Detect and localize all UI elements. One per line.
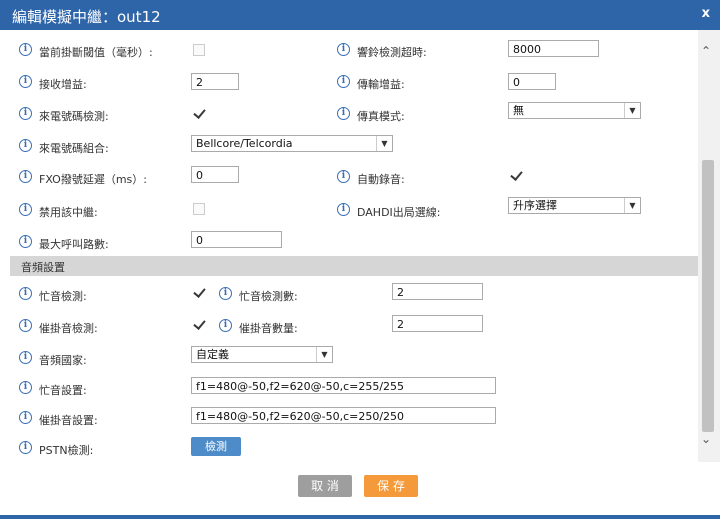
chevron-down-icon: ▼ (624, 198, 640, 213)
fax-mode-value: 無 (513, 104, 524, 117)
audio-section-title: 音頻設置 (21, 261, 65, 274)
info-icon[interactable]: i (19, 441, 32, 454)
info-icon[interactable]: i (337, 43, 350, 56)
fax-mode-select[interactable]: 無 ▼ (508, 102, 641, 119)
tone-country-value: 自定義 (196, 348, 229, 361)
dahdi-out-select[interactable]: 升序選擇 ▼ (508, 197, 641, 214)
busy-detect-label: 忙音檢測: (39, 290, 87, 303)
congestion-count-label: 催掛音數量: (239, 322, 298, 335)
form-content: i 當前掛斷閾值（毫秒）: i 響鈴檢測超時: 8000 i 接收增益: 2 i… (0, 30, 698, 462)
info-icon[interactable]: i (19, 75, 32, 88)
congestion-tone-label: 催掛音設置: (39, 414, 98, 427)
info-icon[interactable]: i (219, 287, 232, 300)
info-icon[interactable]: i (19, 170, 32, 183)
busy-count-input[interactable]: 2 (392, 283, 483, 300)
info-icon[interactable]: i (337, 107, 350, 120)
chevron-down-icon: ▼ (316, 347, 332, 362)
info-icon[interactable]: i (19, 43, 32, 56)
callerid-scheme-select[interactable]: Bellcore/Telcordia ▼ (191, 135, 393, 152)
dahdi-out-select-label: DAHDI出局選線: (357, 206, 441, 219)
info-icon[interactable]: i (19, 411, 32, 424)
congestion-count-input[interactable]: 2 (392, 315, 483, 332)
scrollbar-thumb[interactable] (702, 160, 714, 432)
congestion-detect-label: 催掛音檢測: (39, 322, 98, 335)
dialog-bottom-border (0, 515, 720, 519)
dialog-title-bar: 編輯模擬中繼：out12 x (0, 0, 720, 30)
auto-record-label: 自動錄音: (357, 173, 405, 186)
rx-gain-input[interactable]: 2 (191, 73, 239, 90)
fxo-dial-delay-input[interactable]: 0 (191, 166, 239, 183)
chevron-down-icon: ▼ (376, 136, 392, 151)
busy-detect-checkbox[interactable] (193, 286, 205, 298)
info-icon[interactable]: i (19, 381, 32, 394)
callerid-scheme-value: Bellcore/Telcordia (196, 137, 293, 150)
chevron-up-icon[interactable]: ⌃ (701, 44, 711, 58)
info-icon[interactable]: i (337, 170, 350, 183)
fax-mode-label: 傳真模式: (357, 110, 405, 123)
max-calls-label: 最大呼叫路數: (39, 238, 109, 251)
ring-timeout-input[interactable]: 8000 (508, 40, 599, 57)
congestion-tone-input[interactable]: f1=480@-50,f2=620@-50,c=250/250 (191, 407, 496, 424)
congestion-detect-checkbox[interactable] (193, 318, 205, 330)
callerid-scheme-label: 來電號碼組合: (39, 142, 109, 155)
cancel-button[interactable]: 取 消 (298, 475, 352, 497)
current-hangup-threshold-checkbox[interactable] (193, 44, 205, 56)
pstn-detect-button[interactable]: 檢測 (191, 437, 241, 456)
disable-trunk-checkbox[interactable] (193, 203, 205, 215)
info-icon[interactable]: i (19, 319, 32, 332)
save-button[interactable]: 保 存 (364, 475, 418, 497)
info-icon[interactable]: i (19, 139, 32, 152)
dialog-title: 編輯模擬中繼：out12 (12, 8, 161, 26)
info-icon[interactable]: i (337, 203, 350, 216)
busy-tone-label: 忙音設置: (39, 384, 87, 397)
tone-country-label: 音頻國家: (39, 354, 87, 367)
fxo-dial-delay-label: FXO撥號延遲（ms）: (39, 173, 147, 186)
tx-gain-input[interactable]: 0 (508, 73, 556, 90)
pstn-detect-label: PSTN檢測: (39, 444, 94, 457)
dialog-footer: 取 消 保 存 (0, 462, 720, 519)
vertical-scrollbar[interactable]: ⌃ ⌄ (698, 30, 720, 462)
info-icon[interactable]: i (219, 319, 232, 332)
callerid-detect-checkbox[interactable] (193, 107, 205, 119)
info-icon[interactable]: i (19, 107, 32, 120)
max-calls-input[interactable]: 0 (191, 231, 282, 248)
tone-country-select[interactable]: 自定義 ▼ (191, 346, 333, 363)
current-hangup-threshold-label: 當前掛斷閾值（毫秒）: (39, 46, 153, 59)
info-icon[interactable]: i (19, 287, 32, 300)
info-icon[interactable]: i (19, 203, 32, 216)
ring-timeout-label: 響鈴檢測超時: (357, 46, 427, 59)
audio-section-header: 音頻設置 (10, 256, 698, 276)
disable-trunk-label: 禁用該中繼: (39, 206, 98, 219)
info-icon[interactable]: i (19, 351, 32, 364)
dahdi-out-select-value: 升序選擇 (513, 199, 557, 212)
chevron-down-icon: ▼ (624, 103, 640, 118)
info-icon[interactable]: i (337, 75, 350, 88)
close-icon[interactable]: x (702, 6, 710, 21)
busy-tone-input[interactable]: f1=480@-50,f2=620@-50,c=255/255 (191, 377, 496, 394)
info-icon[interactable]: i (19, 235, 32, 248)
busy-count-label: 忙音檢測數: (239, 290, 298, 303)
auto-record-checkbox[interactable] (510, 169, 522, 181)
chevron-down-icon[interactable]: ⌄ (701, 432, 711, 446)
rx-gain-label: 接收增益: (39, 78, 87, 91)
tx-gain-label: 傳輸增益: (357, 78, 405, 91)
callerid-detect-label: 來電號碼檢測: (39, 110, 109, 123)
